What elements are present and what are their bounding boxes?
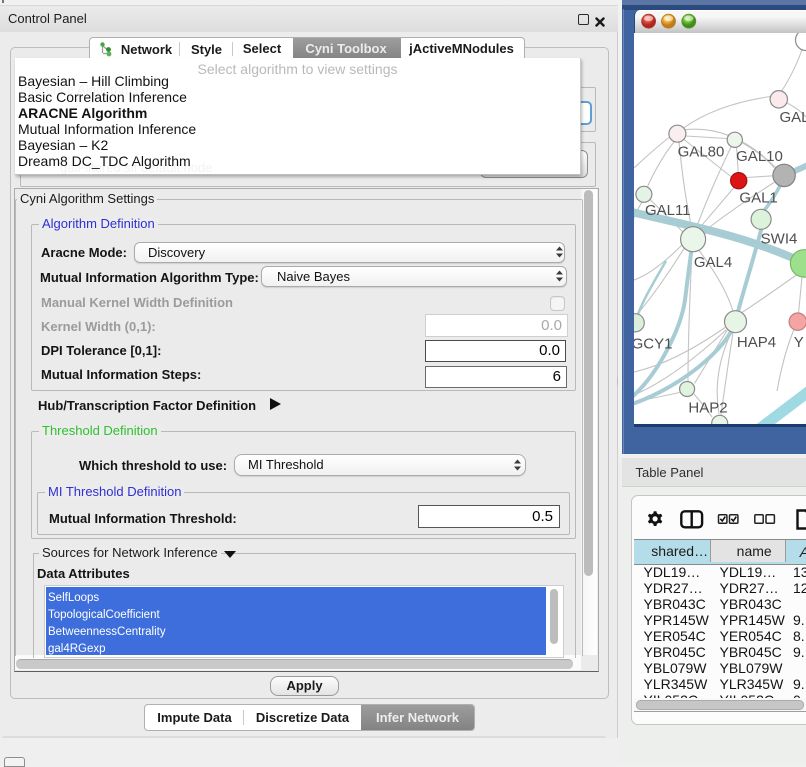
svg-text:GCY1: GCY1 — [634, 335, 672, 352]
svg-text:GAL7: GAL7 — [780, 109, 806, 126]
svg-text:GAL4: GAL4 — [694, 254, 732, 271]
svg-text:HAP2: HAP2 — [688, 399, 727, 416]
svg-text:SWI4: SWI4 — [761, 230, 798, 247]
svg-text:GAL1: GAL1 — [739, 190, 777, 207]
svg-text:GAL11: GAL11 — [645, 202, 691, 219]
svg-text:GAL80: GAL80 — [678, 144, 725, 161]
svg-text:HAP4: HAP4 — [737, 334, 776, 351]
svg-text:GAL10: GAL10 — [736, 148, 783, 165]
svg-text:Y: Y — [794, 334, 804, 351]
